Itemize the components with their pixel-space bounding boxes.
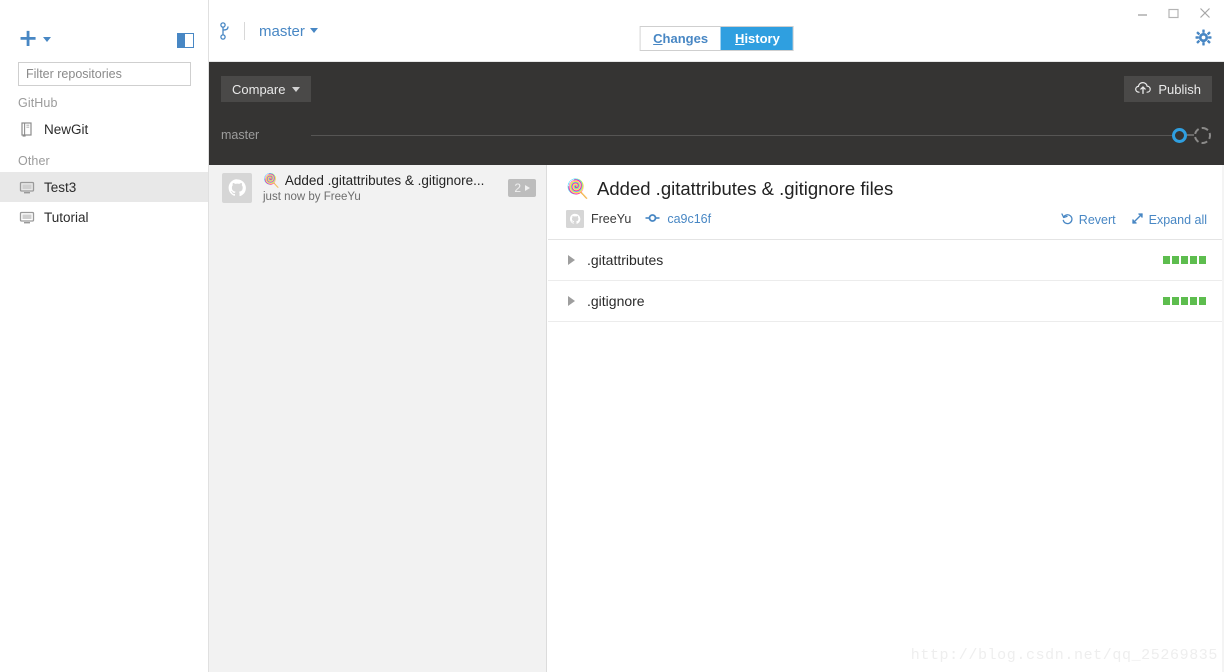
close-button[interactable] (1189, 0, 1220, 26)
tab-changes-accel: C (653, 31, 663, 46)
expand-icon (1131, 212, 1144, 228)
file-row-gitignore[interactable]: .gitignore (548, 281, 1224, 322)
app-window: + GitHub NewGit Other (0, 0, 1224, 672)
diff-stat (1163, 256, 1206, 264)
file-name: .gitattributes (587, 252, 664, 268)
titlebar: master Changes History (209, 0, 1224, 62)
sidebar-group-label-github: GitHub (18, 96, 58, 110)
timeline-line (311, 134, 1172, 136)
repository-sidebar: + GitHub NewGit Other (0, 0, 209, 672)
file-row-gitattributes[interactable]: .gitattributes (548, 240, 1224, 281)
plus-icon: + (18, 24, 39, 52)
tab-changes[interactable]: Changes (640, 27, 722, 50)
chevron-right-icon[interactable] (568, 255, 575, 265)
sidebar-item-newgit[interactable]: NewGit (0, 114, 208, 144)
commit-detail-header: 🍭 Added .gitattributes & .gitignore file… (548, 165, 1224, 240)
lollipop-emoji-icon: 🍭 (566, 178, 590, 199)
maximize-button[interactable] (1158, 0, 1189, 26)
commit-node-icon (645, 210, 660, 228)
sidebar-item-label: NewGit (44, 121, 89, 137)
divider (244, 22, 245, 40)
history-toolbar: Compare Publish master (209, 62, 1224, 165)
repo-local-icon (19, 210, 35, 225)
watermark: http://blog.csdn.net/qq_25269835 (910, 647, 1218, 664)
sidebar-item-label: Test3 (44, 179, 77, 195)
add-repository-button[interactable]: + (18, 24, 52, 52)
commit-title: 🍭 Added .gitattributes & .gitignore... (263, 173, 497, 189)
chevron-down-icon (309, 27, 318, 33)
list-item[interactable]: 🍭 Added .gitattributes & .gitignore... j… (209, 165, 546, 210)
commit-detail-pane: 🍭 Added .gitattributes & .gitignore file… (548, 165, 1224, 672)
compare-button[interactable]: Compare (221, 76, 312, 102)
timeline-branch-label: master (221, 128, 260, 142)
commit-text: 🍭 Added .gitattributes & .gitignore... j… (263, 173, 497, 203)
sidebar-group-label-other: Other (18, 154, 50, 168)
sidebar-item-label: Tutorial (44, 209, 89, 225)
revert-button[interactable]: Revert (1061, 212, 1116, 228)
publish-button[interactable]: Publish (1124, 76, 1212, 102)
tab-changes-label: hanges (662, 31, 709, 46)
cloud-upload-icon (1135, 81, 1152, 97)
tab-history-label: istory (744, 31, 780, 46)
sidebar-header: + (0, 0, 208, 62)
repo-local-icon (19, 180, 35, 195)
minimize-button[interactable] (1127, 0, 1158, 26)
window-controls (1127, 0, 1220, 26)
compare-label: Compare (232, 81, 286, 97)
search-input[interactable] (18, 62, 191, 86)
branch-name-label[interactable]: master (259, 23, 318, 40)
chevron-down-icon (292, 86, 301, 92)
view-tabs: Changes History (639, 26, 794, 51)
pending-dot[interactable] (1194, 126, 1211, 144)
chevron-right-icon (525, 184, 530, 191)
commit-list[interactable]: 🍭 Added .gitattributes & .gitignore... j… (209, 165, 547, 672)
sidebar-item-test3[interactable]: Test3 (0, 172, 208, 202)
lollipop-emoji-icon: 🍭 (263, 172, 280, 188)
sidebar-toggle-icon[interactable] (177, 33, 194, 48)
sidebar-item-tutorial[interactable]: Tutorial (0, 202, 208, 232)
tab-history[interactable]: History (721, 27, 793, 50)
commit-actions: Revert Expand all (1061, 212, 1207, 228)
status-badge[interactable]: 2 (508, 178, 536, 197)
octocat-avatar (222, 172, 252, 203)
git-branch-icon (218, 21, 234, 41)
expand-all-button[interactable]: Expand all (1131, 212, 1207, 228)
branch-text: master (259, 22, 305, 40)
branch-selector[interactable]: master (218, 0, 318, 62)
chevron-right-icon[interactable] (568, 296, 575, 306)
chevron-down-icon (43, 37, 52, 42)
commit-author: FreeYu (591, 212, 632, 226)
expand-all-label: Expand all (1148, 213, 1207, 227)
filter-repositories-wrap (0, 62, 208, 86)
commit-subtitle: just now by FreeYu (263, 190, 361, 203)
octocat-avatar (566, 210, 584, 228)
branch-timeline: master (221, 120, 1224, 150)
tab-history-accel: H (735, 31, 745, 46)
diff-stat (1163, 297, 1206, 305)
timeline-connector (1187, 134, 1194, 136)
publish-label: Publish (1158, 81, 1201, 97)
file-name: .gitignore (587, 293, 645, 309)
revert-label: Revert (1078, 213, 1116, 227)
revert-icon (1061, 212, 1074, 228)
page-title: 🍭 Added .gitattributes & .gitignore file… (566, 178, 1208, 200)
commit-title-text: Added .gitattributes & .gitignore files (597, 178, 894, 199)
badge-count: 2 (514, 180, 521, 195)
commit-message: Added .gitattributes & .gitignore... (284, 173, 485, 188)
repo-book-icon (19, 121, 35, 137)
commit-dot[interactable] (1172, 127, 1187, 143)
gear-icon[interactable] (1195, 29, 1212, 51)
commit-sha[interactable]: ca9c16f (667, 212, 711, 226)
